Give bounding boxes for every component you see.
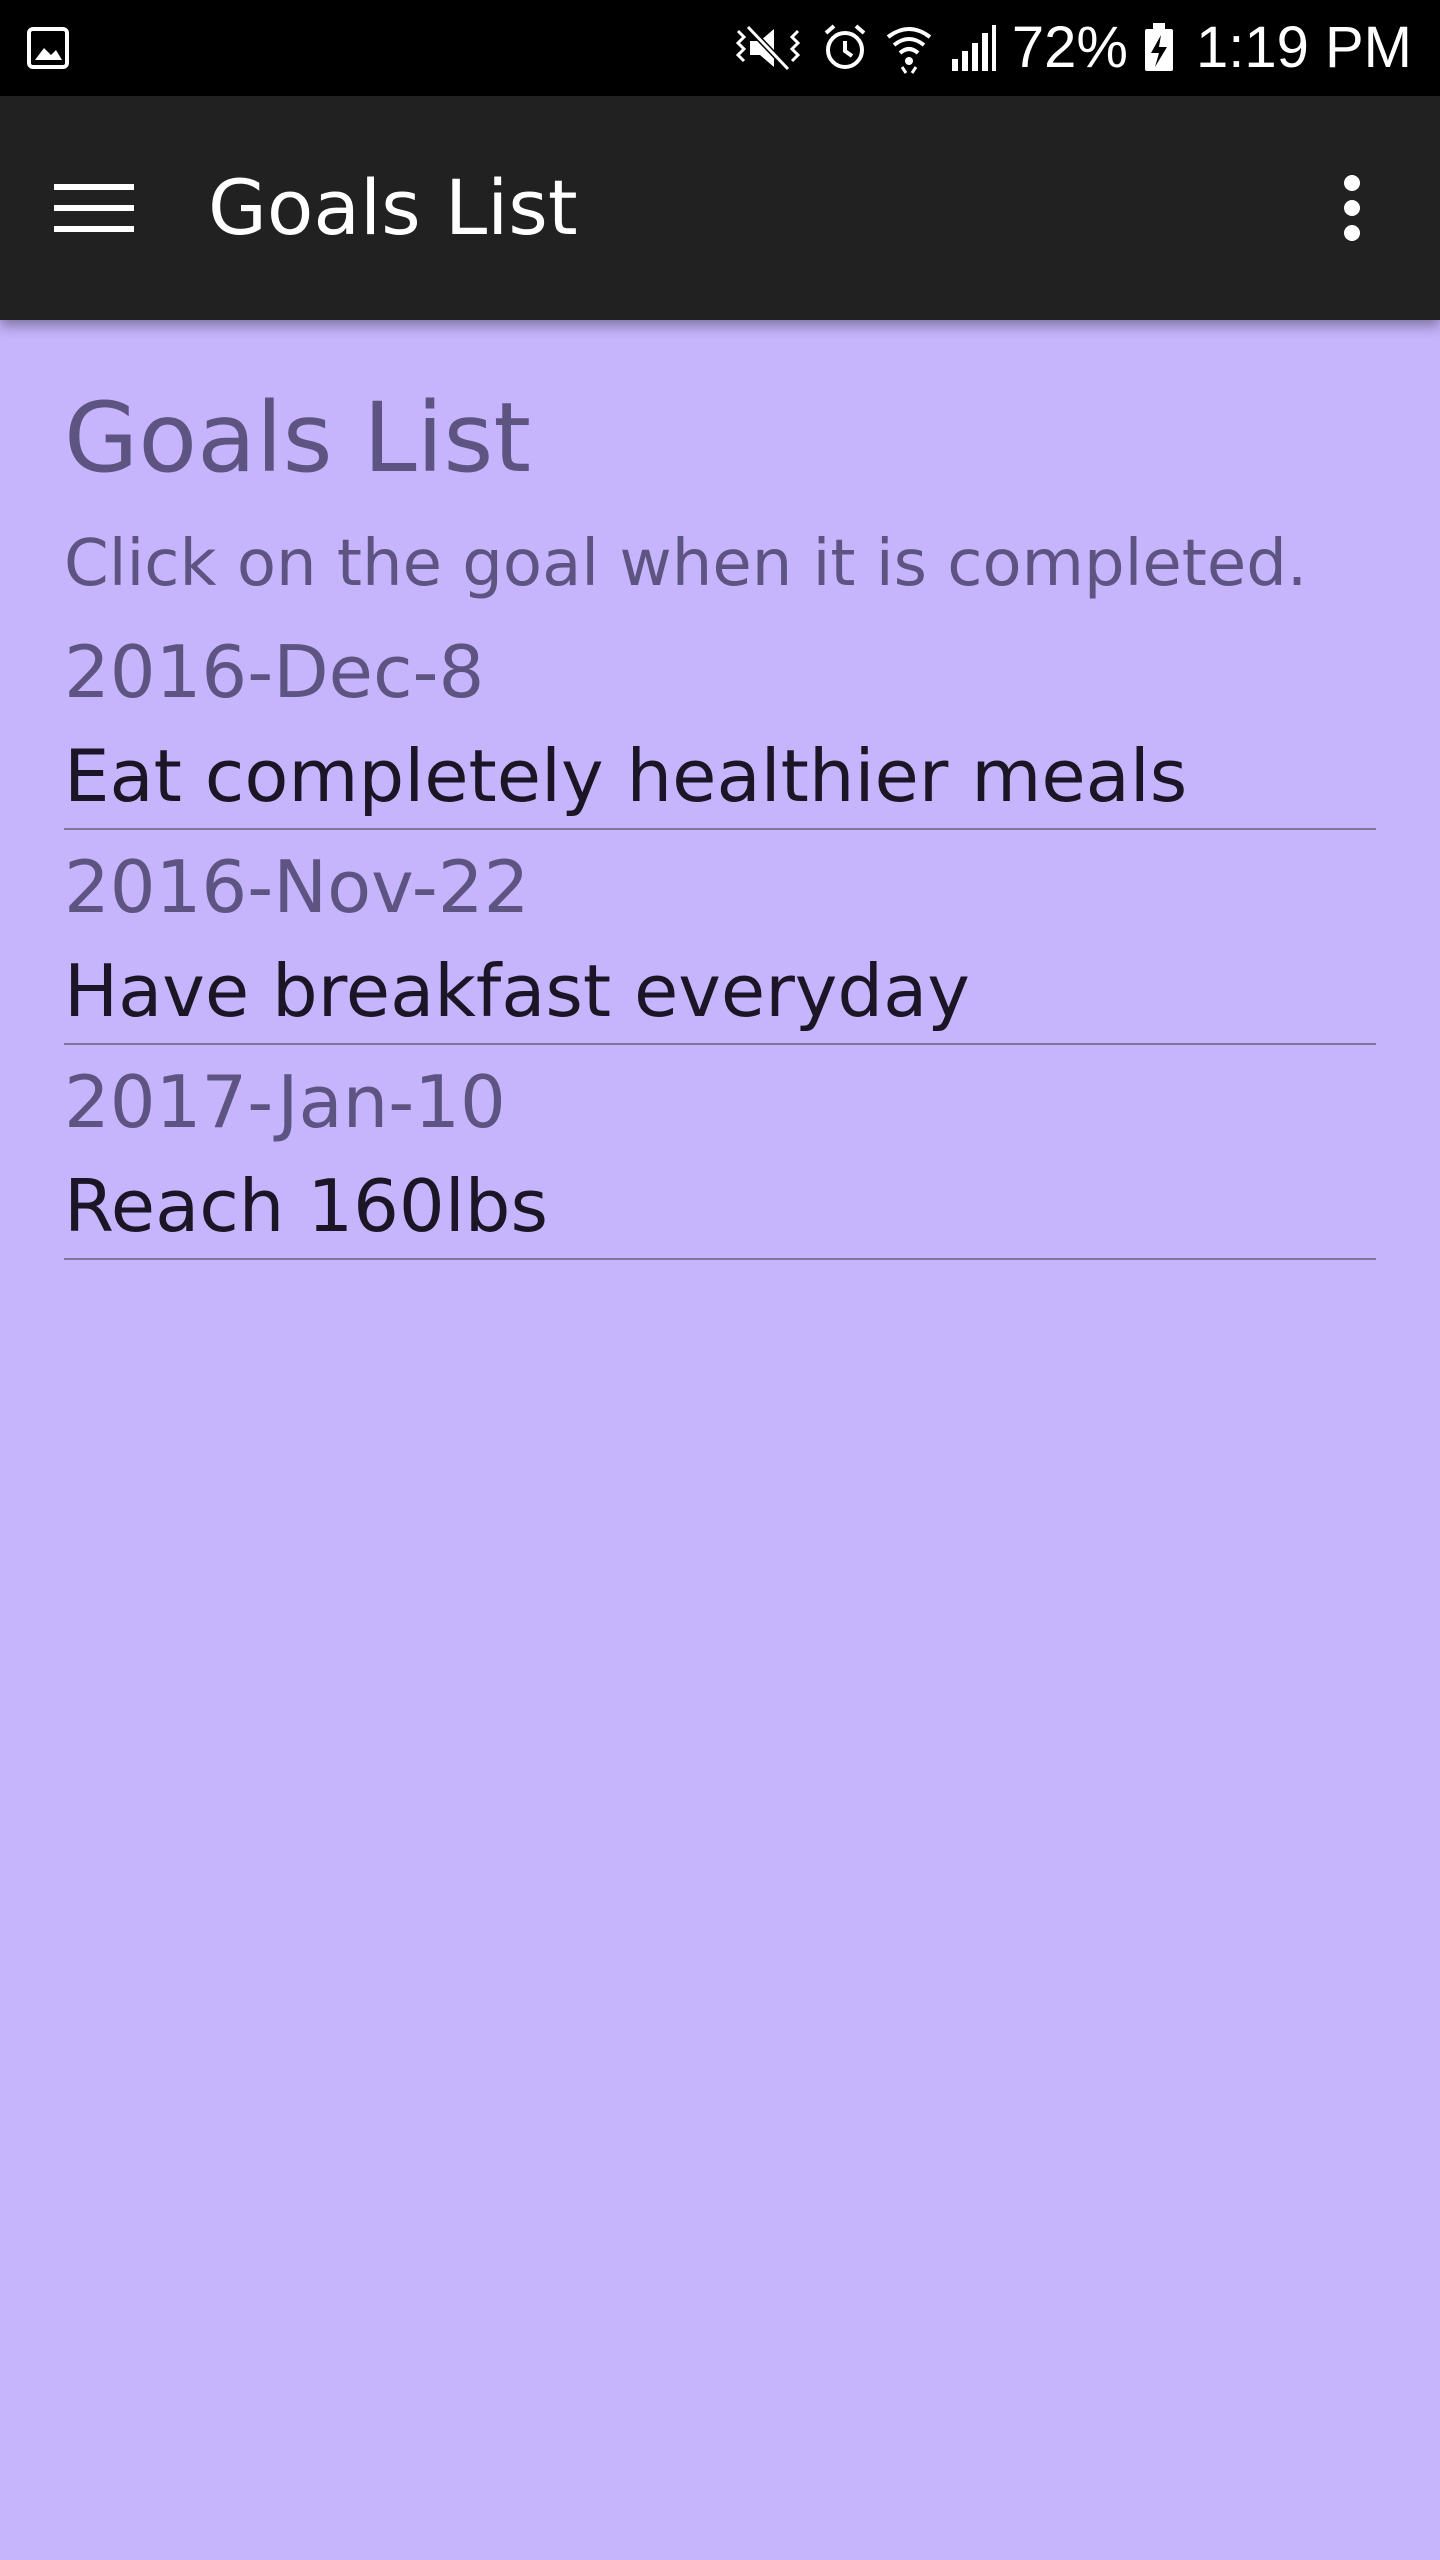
- status-icons: 72% 1:19 PM: [730, 0, 1412, 96]
- app-bar: Goals List: [0, 96, 1440, 320]
- instruction-text: Click on the goal when it is completed.: [64, 527, 1308, 601]
- goal-text: Eat completely healthier meals: [64, 734, 1188, 818]
- alarm-icon: [820, 21, 870, 75]
- battery-charging-icon: [1142, 21, 1176, 75]
- signal-icon: [948, 21, 998, 75]
- app-title: Goals List: [208, 163, 578, 252]
- status-time: 1:19 PM: [1196, 15, 1412, 80]
- mute-vibrate-icon: [730, 21, 806, 75]
- battery-percent: 72%: [1011, 15, 1128, 80]
- divider: [64, 1043, 1376, 1045]
- goal-date: 2017-Jan-10: [64, 1060, 506, 1144]
- image-notification-icon: [26, 24, 70, 72]
- goal-date: 2016-Dec-8: [64, 630, 485, 714]
- goal-item[interactable]: 2016-Dec-8 Eat completely healthier meal…: [64, 636, 1376, 850]
- divider: [64, 1258, 1376, 1260]
- goal-date: 2016-Nov-22: [64, 845, 530, 929]
- overflow-menu-button[interactable]: [1312, 162, 1392, 254]
- goal-item[interactable]: 2016-Nov-22 Have breakfast everyday: [64, 851, 1376, 1065]
- status-bar: 72% 1:19 PM: [0, 0, 1440, 96]
- page-title: Goals List: [64, 382, 531, 494]
- hamburger-menu-icon: [54, 184, 134, 232]
- goal-text: Have breakfast everyday: [64, 949, 970, 1033]
- goal-item[interactable]: 2017-Jan-10 Reach 160lbs: [64, 1066, 1376, 1280]
- wifi-icon: [884, 21, 934, 75]
- more-vert-icon: [1344, 175, 1360, 241]
- goal-text: Reach 160lbs: [64, 1164, 548, 1248]
- menu-button[interactable]: [40, 162, 150, 254]
- divider: [64, 828, 1376, 830]
